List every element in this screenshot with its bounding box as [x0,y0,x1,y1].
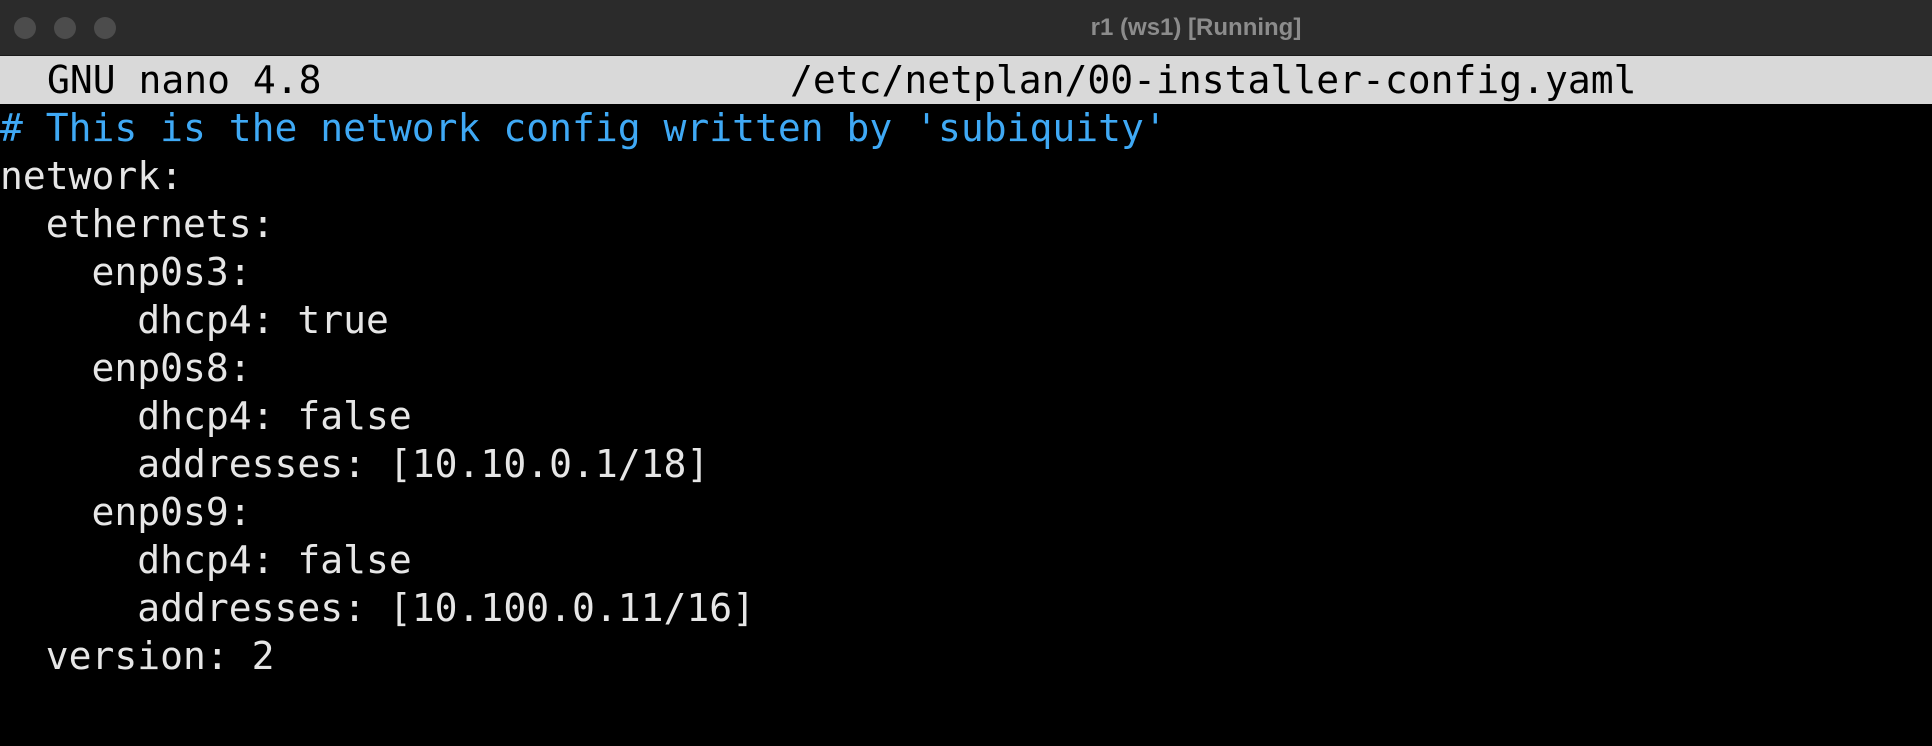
buffer-line[interactable]: addresses: [10.10.0.1/18] [0,440,1932,488]
buffer-line[interactable]: network: [0,152,1932,200]
buffer-line[interactable]: enp0s8: [0,344,1932,392]
window-titlebar[interactable]: r1 (ws1) [Running] [0,0,1932,56]
editor-buffer[interactable]: # This is the network config written by … [0,104,1932,680]
buffer-line[interactable]: ethernets: [0,200,1932,248]
buffer-line[interactable]: version: 2 [0,632,1932,680]
buffer-line[interactable]: dhcp4: false [0,536,1932,584]
buffer-line[interactable]: enp0s3: [0,248,1932,296]
buffer-line[interactable]: dhcp4: true [0,296,1932,344]
nano-version-label: GNU nano 4.8 [47,58,322,102]
nano-title-bar: GNU nano 4.8 /etc/netplan/00-installer-c… [0,56,1932,104]
buffer-line[interactable]: dhcp4: false [0,392,1932,440]
vm-window: r1 (ws1) [Running] GNU nano 4.8 /etc/net… [0,0,1932,746]
window-title: r1 (ws1) [Running] [1090,14,1302,41]
terminal-screen[interactable]: GNU nano 4.8 /etc/netplan/00-installer-c… [0,56,1932,746]
buffer-line[interactable]: enp0s9: [0,488,1932,536]
buffer-line[interactable]: addresses: [10.100.0.11/16] [0,584,1932,632]
buffer-line[interactable]: # This is the network config written by … [0,104,1932,152]
nano-filename: /etc/netplan/00-installer-config.yaml [790,58,1637,102]
